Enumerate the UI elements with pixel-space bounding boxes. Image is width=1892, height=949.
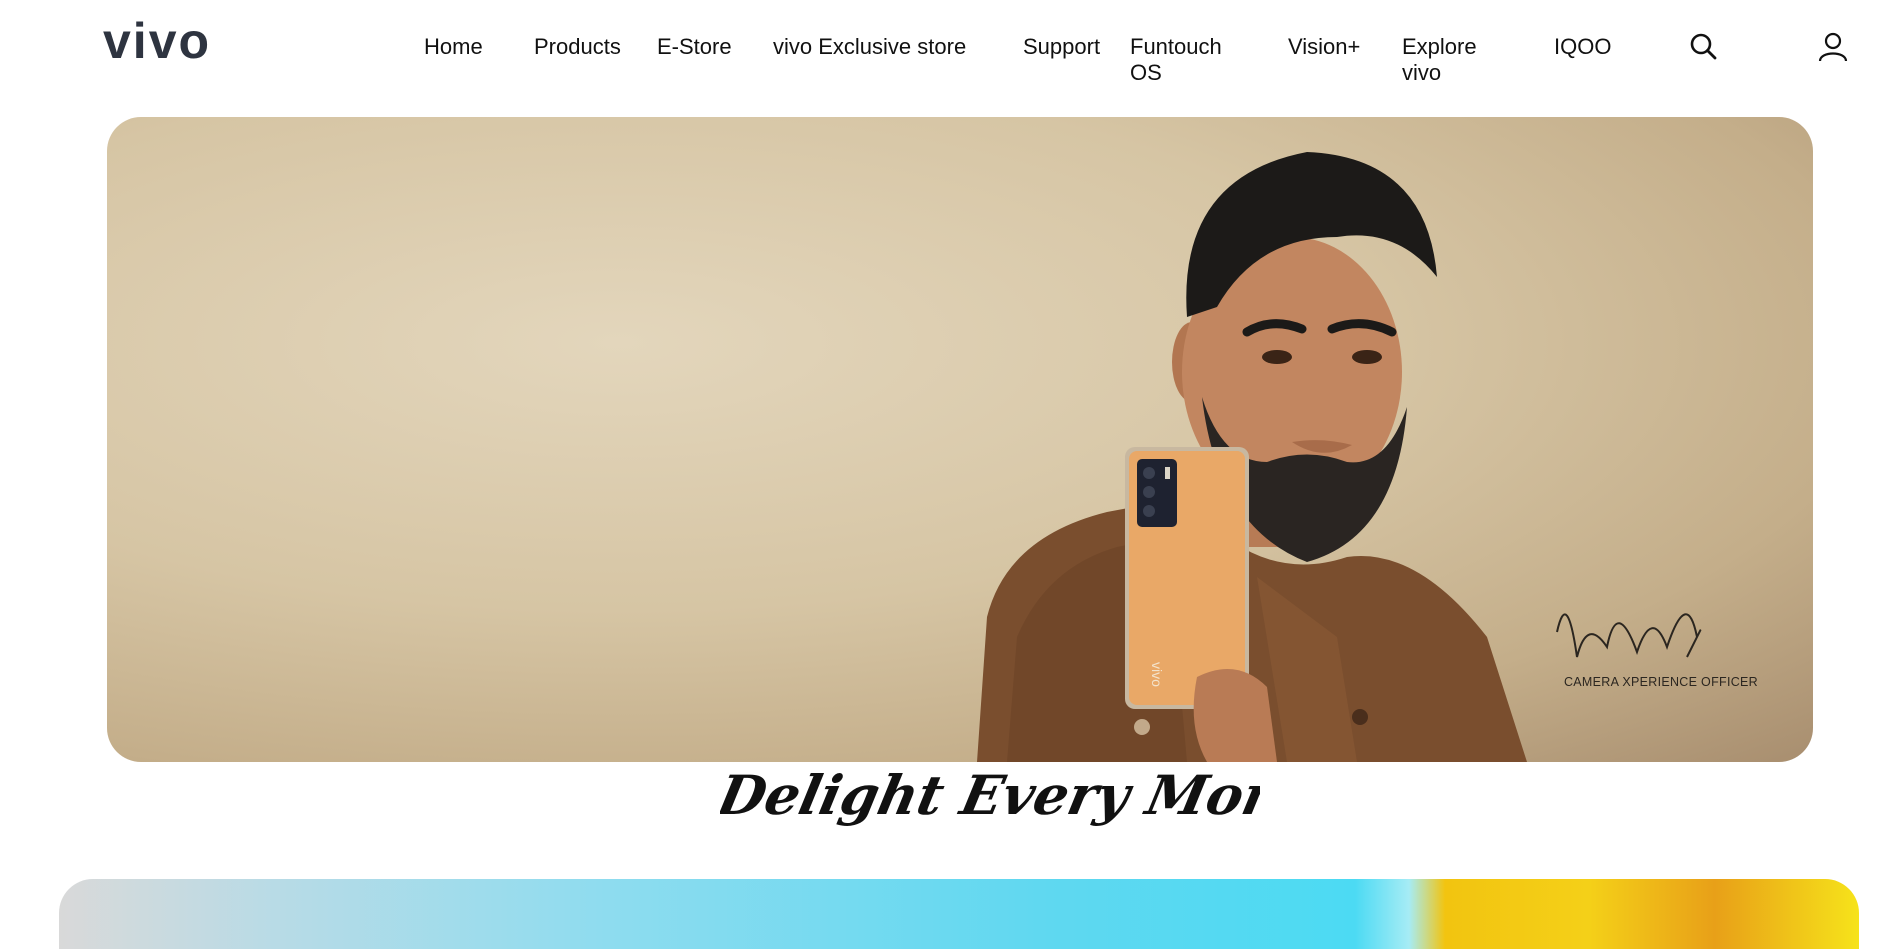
nav-vivo-exclusive-store[interactable]: vivo Exclusive store bbox=[773, 34, 966, 60]
vivo-logo[interactable]: vivo bbox=[103, 18, 265, 64]
nav-products[interactable]: Products bbox=[534, 34, 621, 60]
svg-text:vivo: vivo bbox=[1149, 662, 1165, 687]
nav-home[interactable]: Home bbox=[424, 34, 483, 60]
hero-illustration: vivo bbox=[977, 152, 1702, 762]
nav-support[interactable]: Support bbox=[1023, 34, 1100, 60]
nav-explore-vivo[interactable]: Explore vivo bbox=[1402, 34, 1492, 86]
nav-e-store[interactable]: E-Store bbox=[657, 34, 732, 60]
search-icon[interactable] bbox=[1688, 31, 1720, 63]
hero-banner[interactable]: vivo CAMERA XPERIENCE OFFICER bbox=[107, 117, 1813, 762]
nav-vision-plus[interactable]: Vision+ bbox=[1288, 34, 1360, 60]
nav-iqoo[interactable]: IQOO bbox=[1554, 34, 1611, 60]
svg-text:Delight Every Moment: Delight Every Moment bbox=[720, 764, 1260, 827]
nav-funtouch-os[interactable]: Funtouch OS bbox=[1130, 34, 1240, 86]
camera-xperience-officer-label: CAMERA XPERIENCE OFFICER bbox=[1563, 675, 1759, 689]
svg-text:vivo: vivo bbox=[103, 18, 211, 64]
user-icon[interactable] bbox=[1817, 31, 1849, 63]
hero-tagline: Delight Every Moment bbox=[720, 764, 1260, 827]
site-header: vivo Home Products E-Store vivo Exclusiv… bbox=[0, 0, 1892, 110]
secondary-banner[interactable] bbox=[59, 879, 1859, 949]
